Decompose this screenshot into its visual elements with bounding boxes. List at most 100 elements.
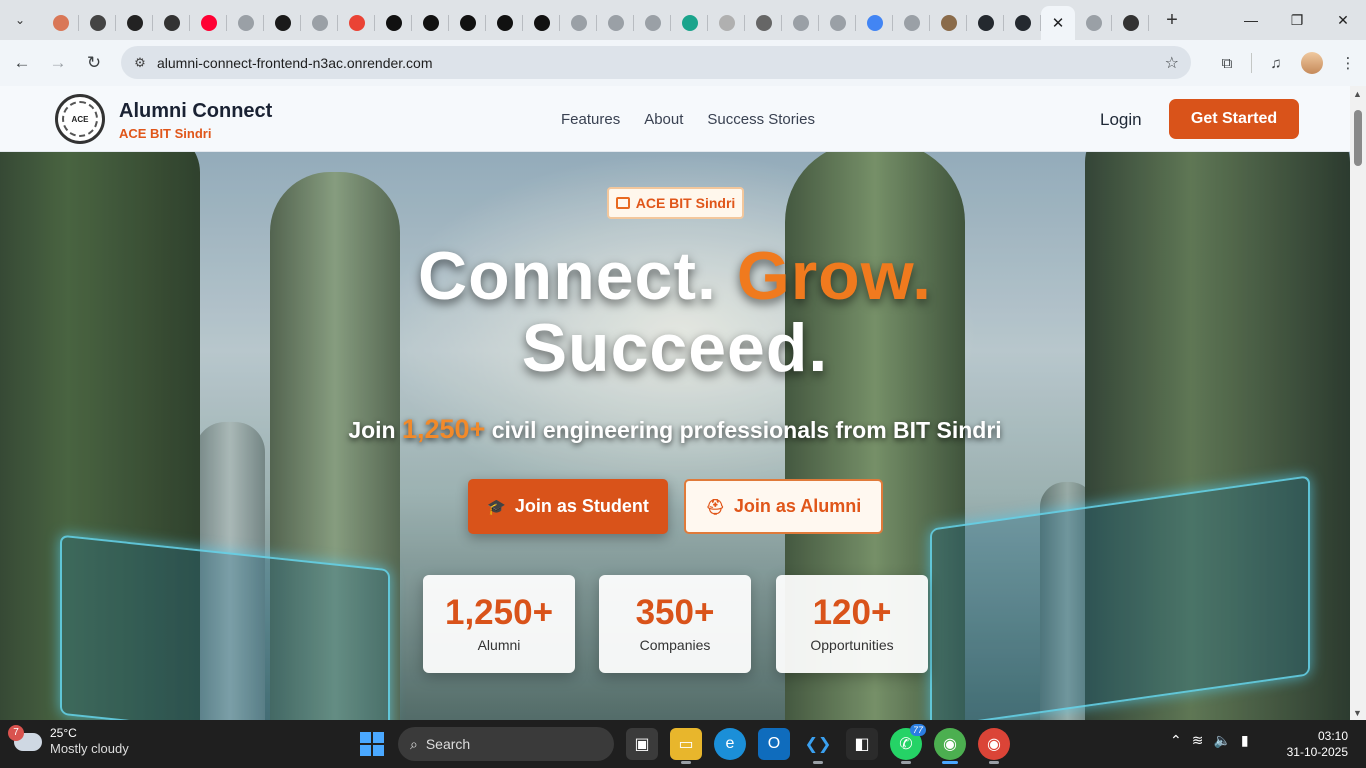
taskbar-search[interactable]: ⌕ Search <box>398 727 614 761</box>
browser-tab[interactable] <box>819 7 856 39</box>
nav-success-stories[interactable]: Success Stories <box>707 111 815 128</box>
browser-tab[interactable] <box>153 7 190 39</box>
bookmark-star-icon[interactable]: ☆ <box>1165 53 1179 73</box>
browser-tab[interactable] <box>190 7 227 39</box>
browser-tab[interactable] <box>597 7 634 39</box>
file-explorer-icon[interactable]: ▭ <box>670 728 702 764</box>
browser-tab[interactable] <box>893 7 930 39</box>
reload-icon[interactable]: ↻ <box>76 45 112 81</box>
browser-tab[interactable] <box>116 7 153 39</box>
whatsapp-icon[interactable]: ✆ 77 <box>890 724 926 764</box>
maximize-icon[interactable]: ❐ <box>1274 0 1320 40</box>
address-bar[interactable]: ⚙ alumni-connect-frontend-n3ac.onrender.… <box>121 46 1191 79</box>
claude-icon <box>52 15 69 31</box>
join-alumni-button[interactable]: ⛑ Join as Alumni <box>684 479 883 534</box>
login-link[interactable]: Login <box>1100 110 1142 130</box>
browser-tab[interactable] <box>338 7 375 39</box>
forward-icon[interactable]: → <box>40 45 76 81</box>
page-scrollbar[interactable]: ▲ ▼ <box>1350 86 1366 720</box>
perplexity-icon <box>385 15 402 31</box>
logo-emblem: ACE <box>62 101 98 137</box>
url-text[interactable]: alumni-connect-frontend-n3ac.onrender.co… <box>157 55 433 71</box>
browser-tab[interactable] <box>79 7 116 39</box>
vscode-icon[interactable]: ❮❯ <box>802 728 834 764</box>
google-icon <box>866 15 883 31</box>
browser-tab[interactable] <box>412 7 449 39</box>
chevron-up-icon[interactable]: ⌃ <box>1170 732 1182 749</box>
site-info-icon[interactable]: ⚙ <box>125 55 155 71</box>
outlook-icon[interactable]: O <box>758 728 790 760</box>
vercel-icon <box>718 15 735 31</box>
tab-search-button[interactable]: ⌄ <box>6 6 34 34</box>
building-icon <box>615 197 630 209</box>
page-viewport: ACE Alumni Connect ACE BIT Sindri Featur… <box>0 86 1366 720</box>
browser-tab[interactable] <box>708 7 745 39</box>
browser-tab[interactable] <box>930 7 967 39</box>
browser-tab[interactable] <box>449 7 486 39</box>
perplexity-icon <box>459 15 476 31</box>
brand-title[interactable]: Alumni Connect <box>119 100 272 123</box>
browser-tab[interactable] <box>523 7 560 39</box>
windows-taskbar: 7 25°C Mostly cloudy ⌕ Search ▣ ▭ e O ❮❯… <box>0 720 1366 768</box>
get-started-button[interactable]: Get Started <box>1169 99 1299 139</box>
join-alumni-label: Join as Alumni <box>733 496 862 516</box>
browser-tab[interactable] <box>745 7 782 39</box>
weather-widget[interactable]: 7 25°C Mostly cloudy <box>8 724 129 757</box>
headline-grow: Grow. <box>736 238 932 314</box>
nav-about[interactable]: About <box>644 111 683 128</box>
browser-tab[interactable] <box>1112 7 1149 39</box>
hero-headline: Connect. Grow. Succeed. <box>0 240 1350 384</box>
volume-icon[interactable]: 🔈 <box>1213 732 1230 749</box>
new-tab-button[interactable]: + <box>1157 5 1187 35</box>
globe-icon <box>792 15 809 31</box>
browser-tab[interactable] <box>1004 7 1041 39</box>
browser-tab[interactable] <box>856 7 893 39</box>
wifi-icon[interactable]: ≋ <box>1192 732 1204 749</box>
tab-list: ✕ <box>42 0 1149 40</box>
browser-tab[interactable] <box>782 7 819 39</box>
menu-icon[interactable]: ⋮ <box>1330 45 1366 81</box>
browser-tab[interactable] <box>1075 7 1112 39</box>
battery-icon[interactable]: ▮ <box>1241 732 1249 749</box>
browser-tab[interactable] <box>264 7 301 39</box>
edge-icon[interactable]: e <box>714 728 746 760</box>
tab-strip: ⌄ ✕ + — ❐ ✕ <box>0 0 1366 40</box>
nav-features[interactable]: Features <box>561 111 620 128</box>
browser-tab[interactable] <box>42 7 79 39</box>
cloud-icon: 7 <box>8 724 42 751</box>
chrome-icon[interactable]: ◉ <box>934 728 966 764</box>
minimize-icon[interactable]: — <box>1228 0 1274 40</box>
browser-tab[interactable] <box>560 7 597 39</box>
extensions-icon[interactable]: ⧉ <box>1209 45 1245 81</box>
browser-tab[interactable] <box>227 7 264 39</box>
chrome-profile-icon[interactable]: ◉ <box>978 728 1010 764</box>
browser-tab[interactable] <box>301 7 338 39</box>
temperature: 25°C <box>50 726 77 740</box>
gpt-icon <box>163 15 180 31</box>
profile-avatar[interactable] <box>1294 45 1330 81</box>
browser-tab[interactable] <box>634 7 671 39</box>
scroll-up-icon[interactable]: ▲ <box>1353 89 1362 99</box>
back-icon[interactable]: ← <box>4 45 40 81</box>
join-student-button[interactable]: 🎓 Join as Student <box>468 479 668 534</box>
media-control-icon[interactable]: ♫ <box>1258 45 1294 81</box>
start-button[interactable] <box>360 732 384 756</box>
browser-tab[interactable] <box>375 7 412 39</box>
system-clock[interactable]: 03:10 31-10-2025 <box>1287 728 1348 760</box>
college-logo[interactable]: ACE <box>55 94 105 144</box>
hero-tagline: Join 1,250+ civil engineering profession… <box>0 414 1350 445</box>
avatar <box>1301 52 1323 74</box>
active-tab[interactable]: ✕ <box>1041 6 1075 40</box>
box-app-icon[interactable]: ◧ <box>846 728 878 760</box>
browser-tab[interactable] <box>671 7 708 39</box>
scrollbar-thumb[interactable] <box>1354 110 1362 166</box>
close-tab-icon[interactable]: ✕ <box>1052 14 1065 32</box>
scroll-down-icon[interactable]: ▼ <box>1353 708 1362 718</box>
close-window-icon[interactable]: ✕ <box>1320 0 1366 40</box>
browser-tab[interactable] <box>486 7 523 39</box>
browser-tab[interactable] <box>967 7 1004 39</box>
task-view-icon[interactable]: ▣ <box>626 728 658 760</box>
headline-succeed: Succeed. <box>521 310 829 386</box>
google-icon <box>348 15 365 31</box>
globe-icon <box>829 15 846 31</box>
